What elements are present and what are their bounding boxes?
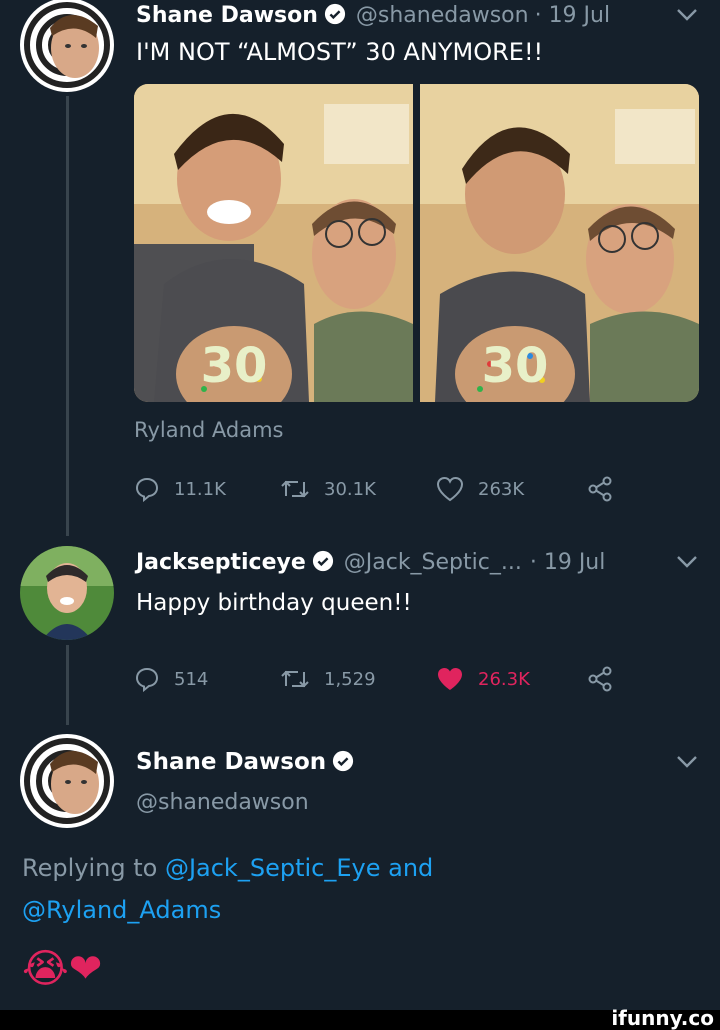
tweet1-author-name[interactable]: Shane Dawson <box>136 3 318 28</box>
tweet2-handle[interactable]: @Jack_Septic_... <box>344 550 522 575</box>
tweet3-author-name[interactable]: Shane Dawson <box>136 749 326 775</box>
tweet3-header: Shane Dawson <box>136 746 364 778</box>
tweet1-photo-1[interactable]: 30 <box>134 84 413 402</box>
tweet1-header: Shane Dawson @shanedawson · 19 Jul <box>136 0 610 30</box>
share-icon <box>588 666 612 692</box>
reply-button[interactable]: 514 <box>134 662 208 696</box>
cake-number: 30 <box>201 338 268 394</box>
chevron-down-icon[interactable] <box>676 755 698 769</box>
tweet1-text: I'M NOT “ALMOST” 30 ANYMORE!! <box>136 38 544 66</box>
like-button[interactable]: 263K <box>436 472 524 506</box>
avatar-shane-dawson[interactable] <box>20 0 114 92</box>
tweet2-author-name[interactable]: Jacksepticeye <box>136 550 306 575</box>
share-icon <box>588 476 612 502</box>
like-button[interactable]: 26.3K <box>436 662 530 696</box>
replying-to-label: Replying to <box>22 854 158 882</box>
tweet3-handle[interactable]: @shanedawson <box>136 790 309 815</box>
thread-line-1 <box>66 96 69 536</box>
reply-mention-ryland[interactable]: @Ryland_Adams <box>22 896 221 924</box>
cake-number: 30 <box>482 338 549 394</box>
avatar-jacksepticeye[interactable] <box>20 546 114 640</box>
tweet3-emoji-text: 😭❤ <box>22 946 103 992</box>
tweet1-tagged-user[interactable]: Ryland Adams <box>134 418 283 442</box>
retweet-count: 30.1K <box>324 478 376 500</box>
reply-icon <box>135 477 159 502</box>
retweet-button[interactable]: 30.1K <box>280 472 376 506</box>
heart-filled-icon <box>438 668 462 690</box>
replying-to-line: Replying to @Jack_Septic_Eye and <box>22 854 433 882</box>
thread-line-2 <box>66 645 69 725</box>
retweet-icon <box>281 670 309 688</box>
tweet1-photo-2[interactable]: 30 <box>420 84 699 402</box>
watermark-logo: ifunny.co <box>611 1006 714 1030</box>
reply-and: and <box>388 854 434 882</box>
heart-icon <box>436 476 464 502</box>
chevron-down-icon[interactable] <box>676 555 698 569</box>
tweet2-header: Jacksepticeye @Jack_Septic_... · 19 Jul <box>136 546 605 578</box>
verified-badge-icon <box>324 3 348 27</box>
reply-count: 514 <box>174 668 209 690</box>
avatar-shane-dawson[interactable] <box>20 734 114 828</box>
reply-button[interactable]: 11.1K <box>134 472 226 506</box>
tweet1-date[interactable]: · 19 Jul <box>535 3 611 28</box>
reply-icon <box>135 667 159 692</box>
tweet2-date[interactable]: · 19 Jul <box>530 550 606 575</box>
retweet-button[interactable]: 1,529 <box>280 662 376 696</box>
like-count: 26.3K <box>478 668 530 690</box>
like-count: 263K <box>478 478 525 500</box>
share-button[interactable] <box>586 662 628 696</box>
chevron-down-icon[interactable] <box>676 8 698 22</box>
verified-badge-icon <box>332 750 356 774</box>
verified-badge-icon <box>312 550 336 574</box>
tweet2-actions: 514 1,529 26.3K <box>134 662 634 696</box>
reply-mention-jack[interactable]: @Jack_Septic_Eye <box>165 854 381 882</box>
tweet2-text: Happy birthday queen!! <box>136 590 412 616</box>
retweet-count: 1,529 <box>324 668 376 690</box>
tweet1-actions: 11.1K 30.1K 263K <box>134 472 634 506</box>
retweet-icon <box>281 480 309 498</box>
share-button[interactable] <box>586 472 628 506</box>
reply-count: 11.1K <box>174 478 226 500</box>
tweet1-handle[interactable]: @shanedawson <box>356 3 529 28</box>
